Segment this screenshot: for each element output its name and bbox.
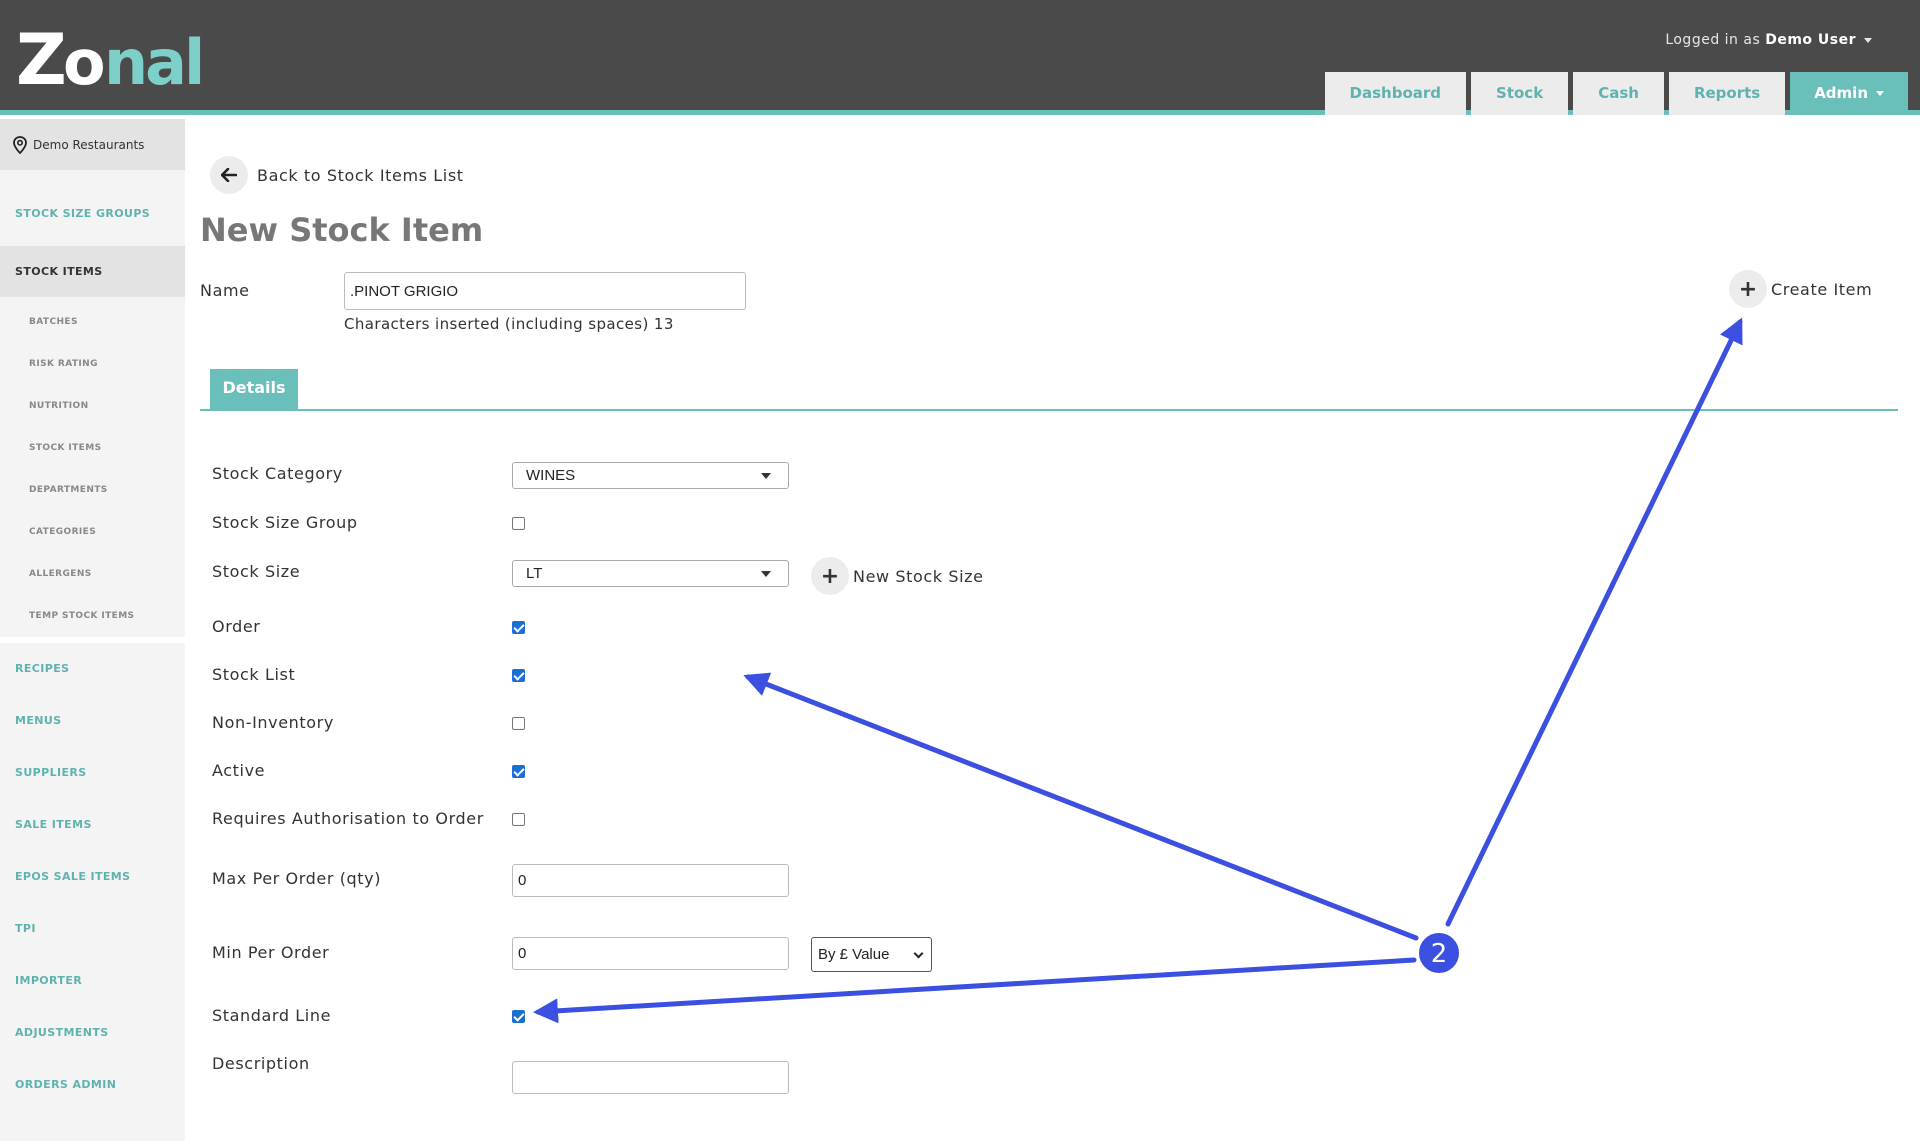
tab-stock[interactable]: Stock — [1471, 72, 1569, 115]
chevron-down-icon — [1876, 91, 1884, 96]
svg-text:Z: Z — [16, 24, 64, 90]
sidebar-item-sale-items[interactable]: SALE ITEMS — [0, 799, 185, 851]
sidebar-subitem-stock-items[interactable]: STOCK ITEMS — [0, 427, 185, 469]
tab-admin[interactable]: Admin — [1790, 72, 1908, 115]
order-label: Order — [212, 617, 261, 636]
sidebar-item-adjustments[interactable]: ADJUSTMENTS — [0, 1007, 185, 1059]
non-inventory-label: Non-Inventory — [212, 713, 334, 732]
sidebar-item-menus[interactable]: MENUS — [0, 695, 185, 747]
main-content: Back to Stock Items List New Stock Item … — [185, 119, 1920, 1141]
sidebar-item-orders-admin[interactable]: ORDERS ADMIN — [0, 1059, 185, 1111]
stock-size-value: LT — [526, 565, 543, 582]
max-per-order-label: Max Per Order (qty) — [212, 869, 382, 888]
non-inventory-checkbox[interactable] — [512, 717, 525, 730]
user-menu[interactable]: Logged in as Demo User — [1665, 32, 1872, 48]
name-label: Name — [200, 281, 250, 300]
stock-category-value: WINES — [526, 467, 576, 484]
sidebar-item-importer[interactable]: IMPORTER — [0, 955, 185, 1007]
description-field[interactable] — [512, 1061, 789, 1094]
tab-cash[interactable]: Cash — [1573, 72, 1664, 115]
requires-authorisation-label: Requires Authorisation to Order — [212, 809, 484, 828]
new-stock-size-label: New Stock Size — [853, 566, 984, 586]
requires-authorisation-checkbox[interactable] — [512, 813, 525, 826]
map-pin-icon — [13, 135, 27, 154]
sidebar-subitem-batches[interactable]: BATCHES — [0, 301, 185, 343]
tab-dashboard[interactable]: Dashboard — [1324, 72, 1467, 115]
new-stock-size-button[interactable]: + New Stock Size — [811, 557, 984, 595]
tab-divider — [200, 409, 1898, 411]
min-per-order-mode-select[interactable]: By £ Value — [811, 937, 932, 972]
top-header-bar: Z o nal Logged in as Demo User Dashboard… — [0, 0, 1920, 115]
stock-size-group-checkbox[interactable] — [512, 517, 525, 530]
back-to-list-link[interactable]: Back to Stock Items List — [210, 156, 464, 194]
sidebar-subitem-departments[interactable]: DEPARTMENTS — [0, 469, 185, 511]
sidebar-item-epos-sale-items[interactable]: EPOS SALE ITEMS — [0, 851, 185, 903]
min-per-order-mode-value: By £ Value — [818, 946, 890, 963]
tab-details[interactable]: Details — [210, 369, 298, 410]
sidebar-item-suppliers[interactable]: SUPPLIERS — [0, 747, 185, 799]
sidebar-item-tpi[interactable]: TPI — [0, 903, 185, 955]
standard-line-label: Standard Line — [212, 1006, 332, 1025]
create-item-label: Create Item — [1771, 279, 1873, 299]
sidebar-item-stock-size-groups[interactable]: STOCK SIZE GROUPS — [0, 194, 185, 234]
char-count-hint: Characters inserted (including spaces) 1… — [344, 315, 674, 333]
dropdown-arrow-icon — [761, 472, 771, 479]
user-name: Demo User — [1765, 32, 1856, 48]
stock-size-label: Stock Size — [212, 562, 301, 581]
plus-icon: + — [811, 557, 849, 595]
description-label: Description — [212, 1054, 310, 1073]
stock-size-select[interactable]: LT — [512, 560, 789, 587]
sidebar-item-recipes[interactable]: RECIPES — [0, 643, 185, 695]
sidebar-subitem-temp-stock-items[interactable]: TEMP STOCK ITEMS — [0, 595, 185, 637]
stock-category-select[interactable]: WINES — [512, 462, 789, 489]
zonal-logo[interactable]: Z o nal — [16, 24, 226, 90]
chevron-down-icon — [1864, 37, 1872, 43]
standard-line-checkbox[interactable] — [512, 1010, 525, 1023]
stock-list-checkbox[interactable] — [512, 669, 525, 682]
min-per-order-label: Min Per Order — [212, 943, 330, 962]
sidebar-item-stock-items[interactable]: STOCK ITEMS — [0, 246, 185, 297]
page-title: New Stock Item — [200, 211, 484, 249]
stock-list-label: Stock List — [212, 665, 296, 684]
sidebar-subitem-risk-rating[interactable]: RISK RATING — [0, 343, 185, 385]
min-per-order-field[interactable] — [512, 937, 789, 970]
svg-text:o: o — [63, 26, 103, 90]
back-link-label: Back to Stock Items List — [257, 165, 464, 185]
back-arrow-icon — [210, 156, 248, 194]
stock-category-label: Stock Category — [212, 464, 343, 483]
name-field[interactable] — [344, 272, 746, 310]
logged-in-prefix: Logged in as — [1665, 32, 1761, 48]
location-name: Demo Restaurants — [33, 137, 145, 152]
sidebar: Demo Restaurants STOCK SIZE GROUPS STOCK… — [0, 119, 185, 1141]
chevron-down-icon — [913, 948, 924, 959]
location-selector[interactable]: Demo Restaurants — [0, 119, 185, 170]
plus-icon: + — [1729, 270, 1767, 308]
svg-text:nal: nal — [104, 26, 202, 90]
dropdown-arrow-icon — [761, 570, 771, 577]
sidebar-subitem-nutrition[interactable]: NUTRITION — [0, 385, 185, 427]
main-nav-tabs: Dashboard Stock Cash Reports Admin — [1324, 72, 1908, 115]
sidebar-subitem-allergens[interactable]: ALLERGENS — [0, 553, 185, 595]
sidebar-subitem-categories[interactable]: CATEGORIES — [0, 511, 185, 553]
tab-admin-label: Admin — [1814, 84, 1868, 102]
tab-reports[interactable]: Reports — [1668, 72, 1786, 115]
create-item-button[interactable]: + Create Item — [1729, 270, 1872, 308]
stock-size-group-label: Stock Size Group — [212, 513, 358, 532]
active-checkbox[interactable] — [512, 765, 525, 778]
order-checkbox[interactable] — [512, 621, 525, 634]
max-per-order-field[interactable] — [512, 864, 789, 897]
active-label: Active — [212, 761, 266, 780]
